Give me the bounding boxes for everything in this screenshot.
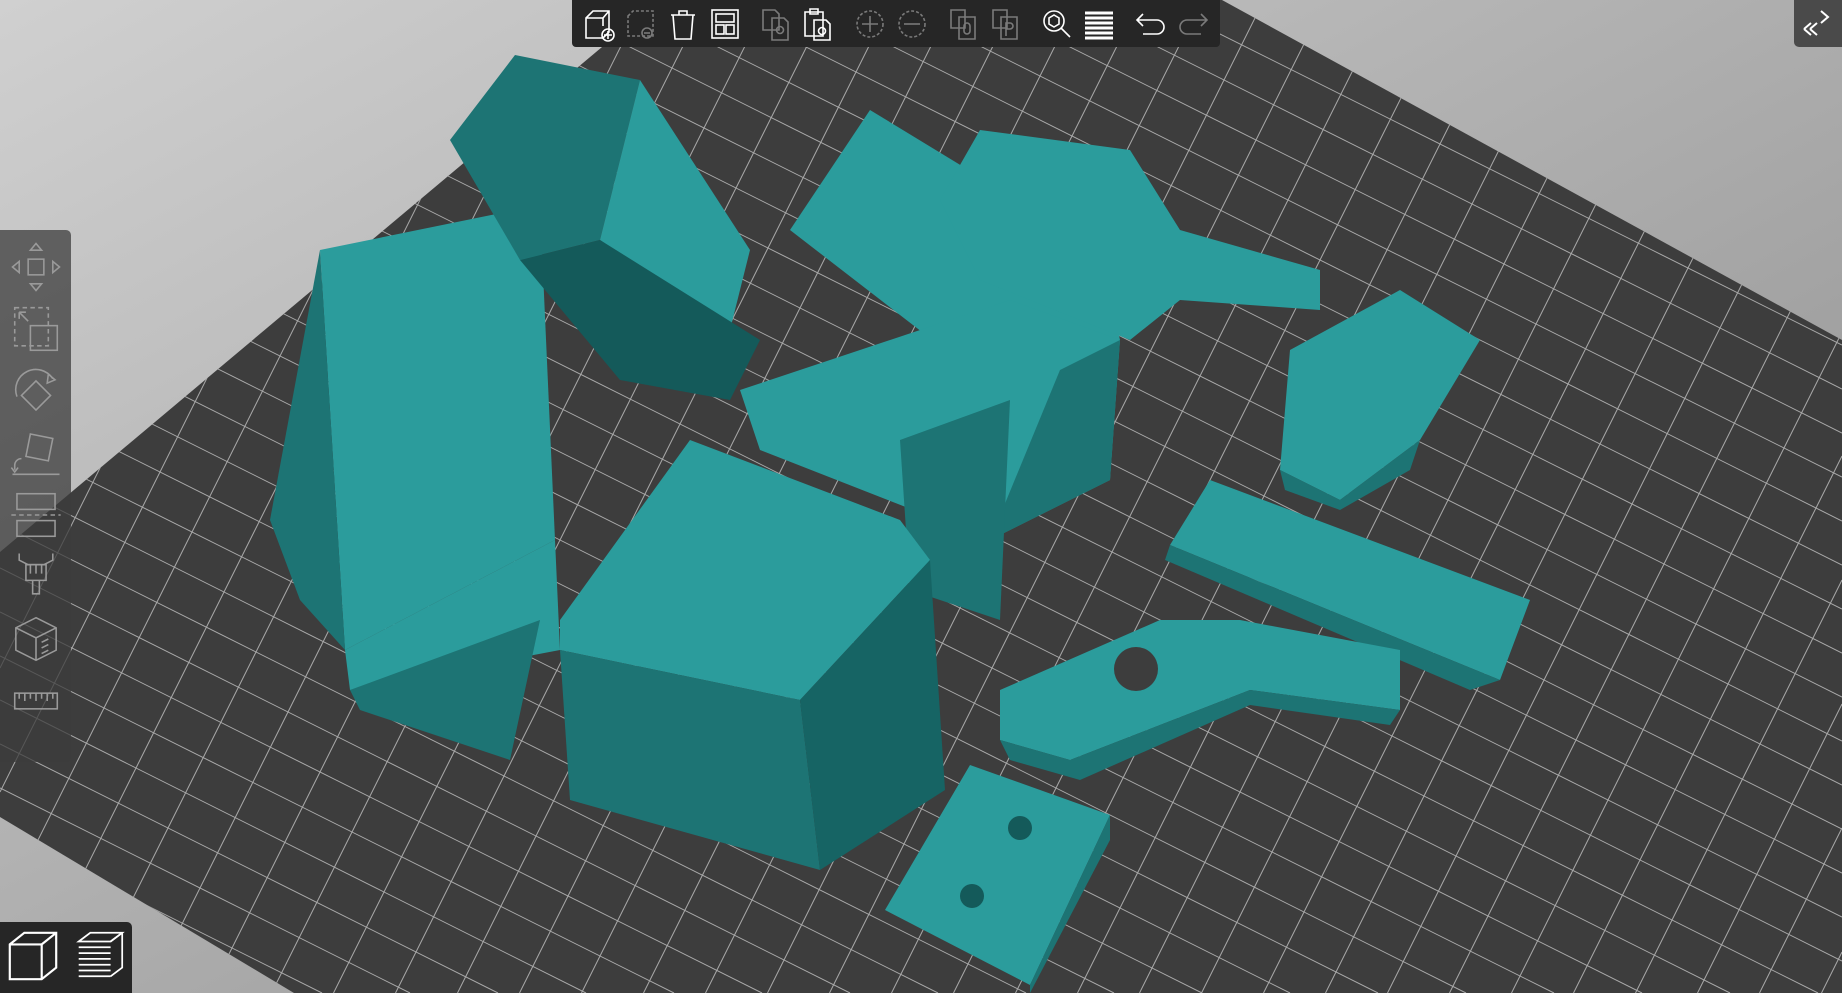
scale-icon — [13, 306, 58, 352]
preview-layers-button[interactable] — [70, 927, 128, 989]
collapse-sidebar-button[interactable] — [1794, 0, 1842, 47]
cut-icon — [10, 492, 61, 538]
undo-button[interactable] — [1132, 4, 1170, 44]
split-to-objects-icon — [949, 8, 976, 40]
app-window — [0, 0, 1842, 993]
paint-supports-tool-button[interactable] — [6, 546, 66, 608]
paste-button[interactable] — [799, 4, 837, 44]
gizmo-toolbar — [0, 230, 71, 762]
remove-instance-button[interactable] — [893, 4, 931, 44]
delete-object-icon — [626, 9, 654, 39]
delete-all-button[interactable] — [664, 4, 702, 44]
split-to-parts-icon — [991, 8, 1018, 40]
rotate-icon — [14, 368, 57, 412]
layers-editing-button[interactable] — [1080, 4, 1118, 44]
add-instance-button[interactable] — [851, 4, 889, 44]
add-object-button[interactable] — [580, 4, 618, 44]
model-bottom-block-hole — [960, 884, 984, 908]
remove-instance-icon — [898, 9, 926, 38]
add-object-icon — [585, 9, 615, 42]
seam-painting-tool-button[interactable] — [6, 608, 66, 670]
search-button[interactable] — [1039, 4, 1077, 44]
seam-painting-icon — [14, 616, 57, 662]
undo-icon — [1136, 12, 1165, 35]
delete-all-icon — [670, 9, 695, 40]
collapse-sidebar-icon — [1803, 9, 1830, 36]
3d-viewport[interactable] — [0, 0, 1842, 993]
rotate-tool-button[interactable] — [6, 360, 66, 422]
arrange-icon — [710, 8, 739, 39]
move-icon — [10, 242, 61, 292]
measure-tool-button[interactable] — [6, 670, 66, 732]
redo-button[interactable] — [1174, 4, 1212, 44]
model-bottom-block-hole — [1008, 816, 1032, 840]
view-switcher — [0, 922, 132, 993]
cut-tool-button[interactable] — [6, 484, 66, 546]
3d-view-icon — [8, 931, 58, 980]
model-arm-hole — [1114, 647, 1158, 691]
copy-icon — [762, 8, 790, 41]
move-tool-button[interactable] — [6, 236, 66, 298]
search-icon — [1043, 9, 1072, 38]
copy-button[interactable] — [757, 4, 795, 44]
top-toolbar — [572, 0, 1220, 47]
3d-view-button[interactable] — [4, 927, 62, 989]
paint-supports-icon — [17, 553, 54, 595]
add-instance-icon — [856, 9, 884, 38]
scale-tool-button[interactable] — [6, 298, 66, 360]
delete-object-button[interactable] — [622, 4, 660, 44]
preview-layers-icon — [76, 931, 125, 977]
split-to-parts-button[interactable] — [987, 4, 1025, 44]
layers-editing-icon — [1085, 11, 1114, 39]
measure-icon — [13, 692, 58, 710]
paste-icon — [804, 7, 832, 41]
place-on-face-tool-button[interactable] — [6, 422, 66, 484]
place-on-face-icon — [10, 433, 60, 476]
arrange-button[interactable] — [706, 4, 744, 44]
redo-icon — [1179, 12, 1209, 35]
split-to-objects-button[interactable] — [945, 4, 983, 44]
